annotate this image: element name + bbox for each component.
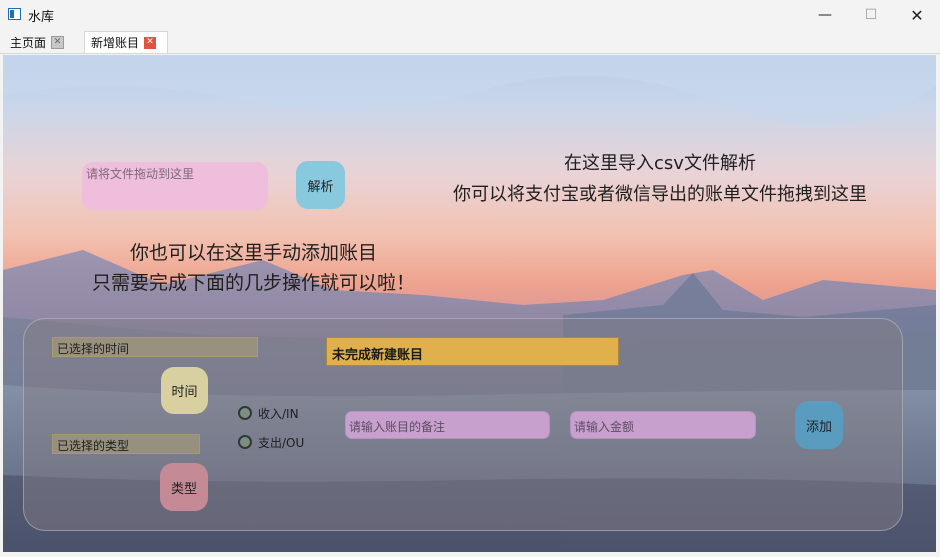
time-button[interactable]: 时间 <box>161 367 208 414</box>
radio-circle[interactable] <box>238 435 252 449</box>
tab-label: 新增账目 <box>91 36 140 50</box>
radio-circle[interactable] <box>238 406 252 420</box>
add-button[interactable]: 添加 <box>795 401 843 449</box>
app-icon <box>8 8 21 20</box>
close-window-button[interactable]: ✕ <box>894 0 940 30</box>
expense-radio[interactable]: 支出/OU <box>238 433 304 451</box>
income-radio[interactable]: 收入/IN <box>238 404 299 422</box>
selected-time-label: 已选择的时间 <box>52 337 258 357</box>
minimize-button[interactable]: — <box>802 0 848 30</box>
close-tab-icon[interactable]: ✕ <box>144 36 157 49</box>
note-input[interactable]: 请输入账目的备注 <box>345 411 550 439</box>
window-title: 水库 <box>28 10 55 25</box>
tab-new-entry[interactable]: 新增账目 ✕ <box>84 31 168 53</box>
selected-type-label: 已选择的类型 <box>52 434 200 454</box>
income-radio-label: 收入/IN <box>258 406 299 421</box>
title-bar <box>0 0 940 30</box>
manual-hint-line2: 只需要完成下面的几步操作就可以啦！ <box>91 272 415 294</box>
expense-radio-label: 支出/OU <box>258 435 305 450</box>
amount-input[interactable]: 请输入金额 <box>570 411 756 439</box>
file-drop-field[interactable]: 请将文件拖动到这里 <box>82 162 268 210</box>
status-box: 未完成新建账目 <box>326 337 619 366</box>
parse-button[interactable]: 解析 <box>296 161 345 209</box>
tab-label: 主页面 <box>10 35 47 50</box>
close-tab-icon[interactable]: ✕ <box>51 35 65 49</box>
type-button[interactable]: 类型 <box>160 463 208 511</box>
tab-home[interactable]: 主页面 ✕ <box>4 31 76 53</box>
manual-hint-line1: 你也可以在这里手动添加账目 <box>129 242 377 264</box>
maximize-button[interactable]: ☐ <box>848 0 894 30</box>
